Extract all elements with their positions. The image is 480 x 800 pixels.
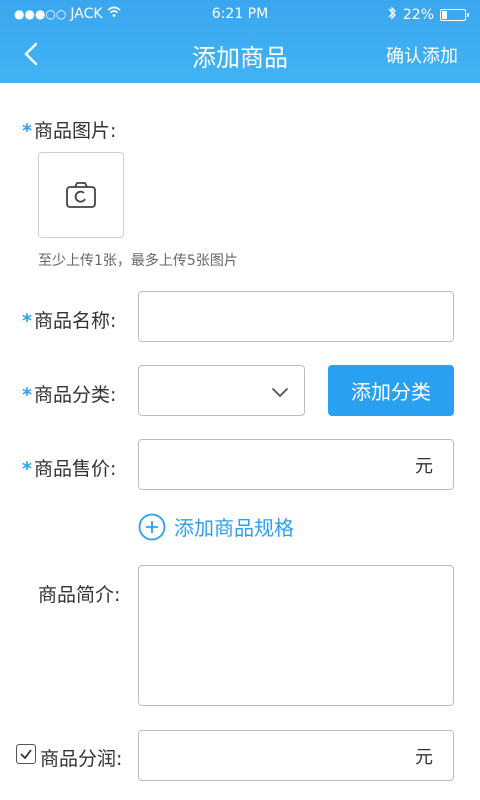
confirm-add-button[interactable]: 确认添加 <box>386 42 458 68</box>
category-label: * 商品分类: <box>22 384 117 406</box>
plus-circle-icon <box>138 513 166 540</box>
add-spec-label: 添加商品规格 <box>174 516 294 540</box>
profit-share-label: 商品分润: <box>40 748 123 770</box>
upload-image-button[interactable] <box>38 152 124 238</box>
intro-label: 商品简介: <box>38 584 121 606</box>
add-spec-button[interactable]: 添加商品规格 <box>138 512 294 541</box>
battery-percent: 22% <box>402 7 434 23</box>
add-category-button[interactable]: 添加分类 <box>328 365 454 416</box>
chevron-down-icon <box>272 388 288 398</box>
header: ●●●○○ JACK 6:21 PM 22% 添加商品 确认添加 <box>0 0 480 83</box>
required-mark: * <box>22 458 32 480</box>
nav-bar: 添加商品 确认添加 <box>0 26 480 83</box>
camera-icon <box>66 182 96 208</box>
battery-fill <box>442 11 447 19</box>
images-hint: 至少上传1张，最多上传5张图片 <box>38 253 238 269</box>
price-label: * 商品售价: <box>22 458 117 480</box>
status-bar: ●●●○○ JACK 6:21 PM 22% <box>0 0 480 26</box>
bluetooth-icon <box>387 6 397 24</box>
required-mark: * <box>22 384 32 406</box>
product-images-label: * 商品图片: <box>22 120 117 142</box>
profit-share-checkbox[interactable] <box>16 744 36 764</box>
profit-share-input[interactable]: 元 <box>138 730 454 781</box>
product-name-input[interactable] <box>138 291 454 342</box>
price-unit: 元 <box>415 456 433 477</box>
required-mark: * <box>22 310 32 332</box>
check-icon <box>20 749 32 760</box>
price-input[interactable]: 元 <box>138 439 454 490</box>
required-mark: * <box>22 120 32 142</box>
status-right: 22% <box>387 6 469 24</box>
intro-textarea[interactable] <box>138 565 454 706</box>
category-select[interactable] <box>138 365 305 416</box>
battery-icon <box>440 9 469 21</box>
profit-share-unit: 元 <box>415 747 433 768</box>
product-name-label: * 商品名称: <box>22 310 117 332</box>
